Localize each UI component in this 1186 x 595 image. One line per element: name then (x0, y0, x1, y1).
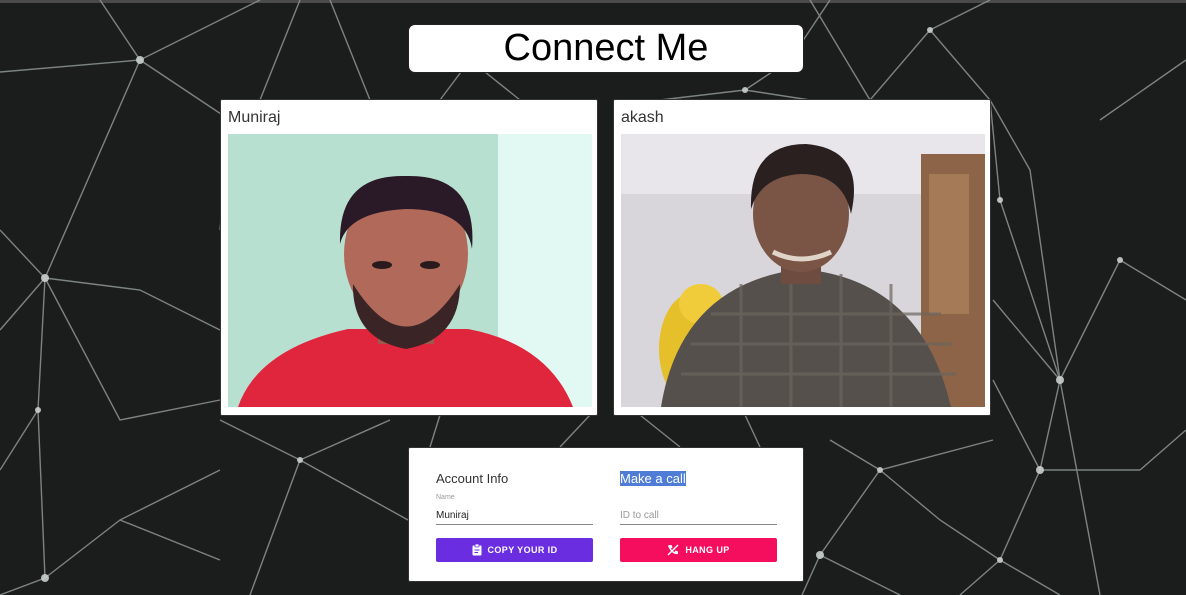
make-call-heading: Make a call (620, 471, 686, 486)
copy-your-id-button[interactable]: COPY YOUR ID (436, 538, 593, 562)
phone-disabled-icon (667, 544, 679, 556)
name-input[interactable] (436, 506, 593, 525)
hang-up-label: HANG UP (685, 545, 730, 555)
hang-up-button[interactable]: HANG UP (620, 538, 777, 562)
app-title: Connect Me (408, 24, 804, 73)
remote-video-stream (621, 134, 985, 407)
name-field-label: Name (436, 494, 455, 501)
local-video-name: Muniraj (228, 109, 281, 126)
copy-your-id-label: COPY YOUR ID (487, 545, 558, 555)
remote-video-card: akash (613, 99, 991, 416)
account-info-heading: Account Info (436, 471, 509, 486)
call-controls-panel: Account Info Name COPY YOUR ID Make a ca… (408, 447, 804, 582)
remote-video-name: akash (621, 109, 664, 126)
local-video-card: Muniraj (220, 99, 598, 416)
id-to-call-input[interactable] (620, 506, 777, 525)
local-video-stream (228, 134, 592, 407)
clipboard-icon (472, 544, 482, 556)
